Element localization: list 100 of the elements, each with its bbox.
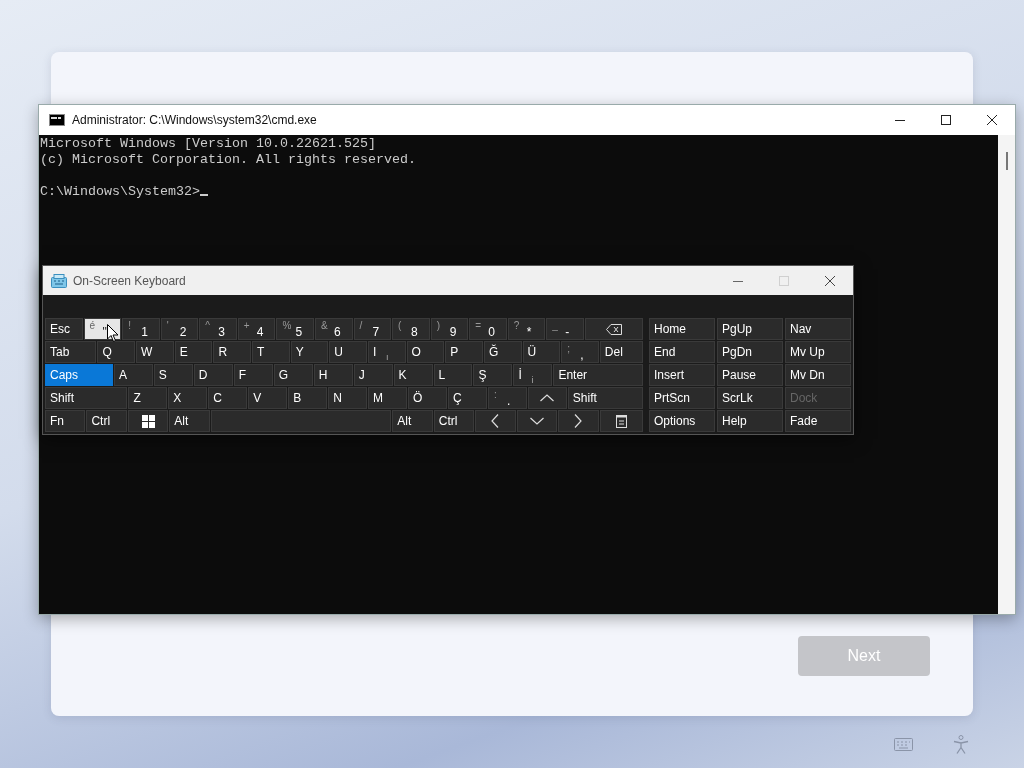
keyboard-key[interactable]: T bbox=[252, 341, 290, 363]
keyboard-key[interactable]: Tab bbox=[45, 341, 97, 363]
windows-logo-icon bbox=[141, 414, 155, 428]
console-icon bbox=[49, 114, 65, 126]
keyboard-key[interactable]: N bbox=[328, 387, 368, 409]
keyboard-key[interactable]: O bbox=[406, 341, 445, 363]
keyboard-key[interactable]: Shift bbox=[45, 387, 128, 409]
up-arrow-key[interactable] bbox=[527, 387, 567, 409]
keyboard-key[interactable]: G bbox=[273, 364, 313, 386]
keyboard-key[interactable]: Q bbox=[97, 341, 136, 363]
keyboard-key[interactable]: PrtScn bbox=[649, 387, 715, 409]
left-arrow-key[interactable] bbox=[475, 410, 516, 432]
keyboard-key[interactable]: + 4 bbox=[237, 318, 276, 340]
keyboard-key[interactable]: Options bbox=[649, 410, 715, 432]
keyboard-key[interactable]: L bbox=[433, 364, 473, 386]
keyboard-key[interactable]: Ö bbox=[408, 387, 447, 409]
maximize-icon bbox=[779, 275, 789, 286]
keyboard-key[interactable]: V bbox=[248, 387, 288, 409]
console-line: Microsoft Windows [Version 10.0.22621.525] bbox=[40, 136, 377, 152]
down-arrow-key[interactable] bbox=[516, 410, 558, 432]
window-title: On-Screen Keyboard bbox=[73, 273, 187, 288]
keyboard-key[interactable]: Z bbox=[128, 387, 168, 409]
keyboard-key[interactable]: H bbox=[313, 364, 353, 386]
keyboard-key[interactable]: Ü bbox=[522, 341, 561, 363]
keyboard-key[interactable]: Ç bbox=[448, 387, 487, 409]
keyboard-key[interactable]: ) 9 bbox=[430, 318, 469, 340]
keyboard-key[interactable]: Nav bbox=[785, 318, 851, 340]
keyboard-key[interactable]: Ctrl bbox=[86, 410, 127, 432]
keyboard-key[interactable]: ; , bbox=[561, 341, 599, 363]
keyboard-key[interactable]: : . bbox=[487, 387, 527, 409]
keyboard-key[interactable]: ( 8 bbox=[392, 318, 430, 340]
keyboard-icon bbox=[893, 737, 913, 751]
keyboard-key[interactable]: PgDn bbox=[717, 341, 783, 363]
keyboard-key[interactable]: İ i bbox=[513, 364, 553, 386]
keyboard-key[interactable]: Alt bbox=[169, 410, 210, 432]
keyboard-key[interactable]: Enter bbox=[553, 364, 643, 386]
keyboard-key[interactable]: Shift bbox=[567, 387, 643, 409]
keyboard-key[interactable]: Ğ bbox=[483, 341, 522, 363]
keyboard-key[interactable]: D bbox=[193, 364, 233, 386]
maximize-icon bbox=[941, 115, 951, 125]
chevron-down-icon bbox=[529, 417, 544, 425]
keyboard-key[interactable]: _ - bbox=[546, 318, 584, 340]
keyboard-key[interactable]: Ctrl bbox=[433, 410, 475, 432]
chevron-right-icon bbox=[574, 414, 583, 428]
keyboard-key[interactable]: = 0 bbox=[469, 318, 507, 340]
keyboard-key[interactable]: Fade bbox=[785, 410, 851, 432]
keyboard-key[interactable]: P bbox=[445, 341, 483, 363]
keyboard-key[interactable]: Y bbox=[290, 341, 329, 363]
keyboard-key[interactable]: End bbox=[649, 341, 715, 363]
menu-icon bbox=[615, 414, 627, 428]
keyboard-key[interactable]: S bbox=[153, 364, 193, 386]
keyboard-key[interactable]: ^ 3 bbox=[199, 318, 237, 340]
text-cursor bbox=[199, 194, 208, 196]
keyboard-key[interactable]: J bbox=[353, 364, 393, 386]
keyboard-key[interactable]: B bbox=[288, 387, 328, 409]
close-icon bbox=[825, 275, 835, 286]
keyboard-key[interactable]: I ı bbox=[367, 341, 406, 363]
keyboard-key[interactable]: Alt bbox=[392, 410, 433, 432]
console-line: (c) Microsoft Corporation. All rights reserved. bbox=[40, 152, 417, 168]
backspace-icon bbox=[606, 323, 622, 335]
keyboard-key[interactable]: % 5 bbox=[276, 318, 314, 340]
keyboard-key[interactable]: A bbox=[113, 364, 153, 386]
keyboard-key[interactable]: ScrLk bbox=[717, 387, 783, 409]
keyboard-key[interactable]: X bbox=[168, 387, 208, 409]
keyboard-key[interactable]: Home bbox=[649, 318, 715, 340]
keyboard-key[interactable]: Pause bbox=[717, 364, 783, 386]
keyboard-key[interactable]: R bbox=[213, 341, 252, 363]
windows-key[interactable] bbox=[127, 410, 169, 432]
keyboard-key[interactable]: Caps bbox=[45, 364, 113, 386]
keyboard-key[interactable]: ! 1 bbox=[122, 318, 160, 340]
backspace-key[interactable] bbox=[584, 318, 644, 340]
keyboard-key[interactable]: C bbox=[208, 387, 248, 409]
menu-key[interactable] bbox=[599, 410, 644, 432]
space-key[interactable] bbox=[210, 410, 392, 432]
keyboard-key[interactable]: Mv Dn bbox=[785, 364, 851, 386]
keyboard-key[interactable]: Esc bbox=[45, 318, 83, 340]
keyboard-key[interactable]: F bbox=[233, 364, 273, 386]
accessibility-icon bbox=[953, 734, 969, 754]
window-title: Administrator: C:\Windows\system32\cmd.exe bbox=[72, 113, 318, 127]
right-arrow-key[interactable] bbox=[558, 410, 599, 432]
keyboard-key[interactable]: ' 2 bbox=[160, 318, 199, 340]
keyboard-key[interactable]: Help bbox=[717, 410, 783, 432]
keyboard-key[interactable]: PgUp bbox=[717, 318, 783, 340]
keyboard-key[interactable]: E bbox=[174, 341, 213, 363]
keyboard-key[interactable]: M bbox=[368, 387, 408, 409]
keyboard-key[interactable]: Del bbox=[599, 341, 643, 363]
keyboard-key[interactable]: / 7 bbox=[353, 318, 392, 340]
keyboard-key[interactable]: Ş bbox=[473, 364, 513, 386]
keyboard-key[interactable]: U bbox=[329, 341, 367, 363]
close-icon bbox=[987, 115, 997, 125]
keyboard-key[interactable]: Insert bbox=[649, 364, 715, 386]
keyboard-key[interactable]: ? * bbox=[507, 318, 546, 340]
keyboard-key[interactable]: Fn bbox=[45, 410, 86, 432]
keyboard-key[interactable]: Mv Up bbox=[785, 341, 851, 363]
keyboard-key[interactable]: & 6 bbox=[314, 318, 353, 340]
keyboard-key[interactable]: W bbox=[136, 341, 174, 363]
mouse-pointer-icon bbox=[107, 324, 119, 342]
scrollbar[interactable] bbox=[998, 135, 1015, 614]
command-prompt: C:\Windows\System32> bbox=[40, 184, 200, 199]
keyboard-key[interactable]: K bbox=[393, 364, 433, 386]
